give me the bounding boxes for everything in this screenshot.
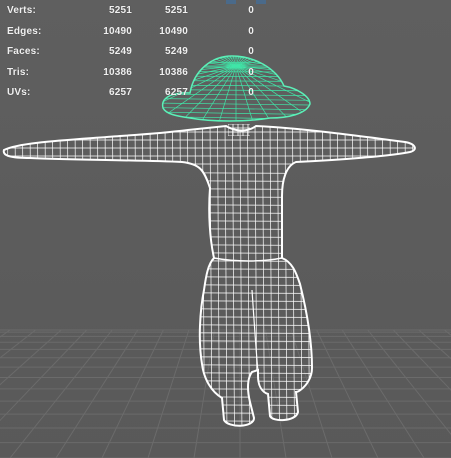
- hud-label: Edges:: [7, 25, 42, 37]
- hud-row: Tris: 10386 10386 0: [0, 67, 270, 87]
- perspective-viewport[interactable]: Verts: 5251 5251 0 Edges: 10490 10490 0 Faces: 52…: [0, 0, 451, 458]
- hud-value: 5251: [164, 5, 188, 16]
- hud-label: Faces:: [7, 46, 40, 57]
- hud-value: 10386: [103, 66, 132, 78]
- hud-value: 0: [248, 87, 254, 98]
- hud-value: 10386: [159, 66, 188, 78]
- hud-value: 5251: [108, 5, 132, 16]
- hud-row: Verts: 5251 5251 0: [0, 5, 270, 25]
- hud-value: 0: [248, 5, 254, 16]
- character-mesh[interactable]: [0, 118, 451, 440]
- hud-value: 6257: [164, 87, 188, 98]
- hud-value: 5249: [108, 46, 132, 57]
- hud-row: Faces: 5249 5249 0: [0, 46, 270, 66]
- hud-label: Verts:: [7, 5, 36, 16]
- hud-label: Tris:: [7, 66, 30, 78]
- hud-value: 6257: [108, 87, 132, 98]
- hud-row: UVs: 6257 6257 0: [0, 87, 270, 107]
- hud-value: 10490: [159, 25, 188, 37]
- hud-label: UVs:: [7, 87, 31, 98]
- hud-value: 0: [248, 66, 254, 78]
- hud-value: 5249: [164, 46, 188, 57]
- hud-row: Edges: 10490 10490 0: [0, 26, 270, 46]
- hud-value: 0: [248, 46, 254, 57]
- hud-value: 0: [248, 25, 254, 37]
- hud-value: 10490: [103, 25, 132, 37]
